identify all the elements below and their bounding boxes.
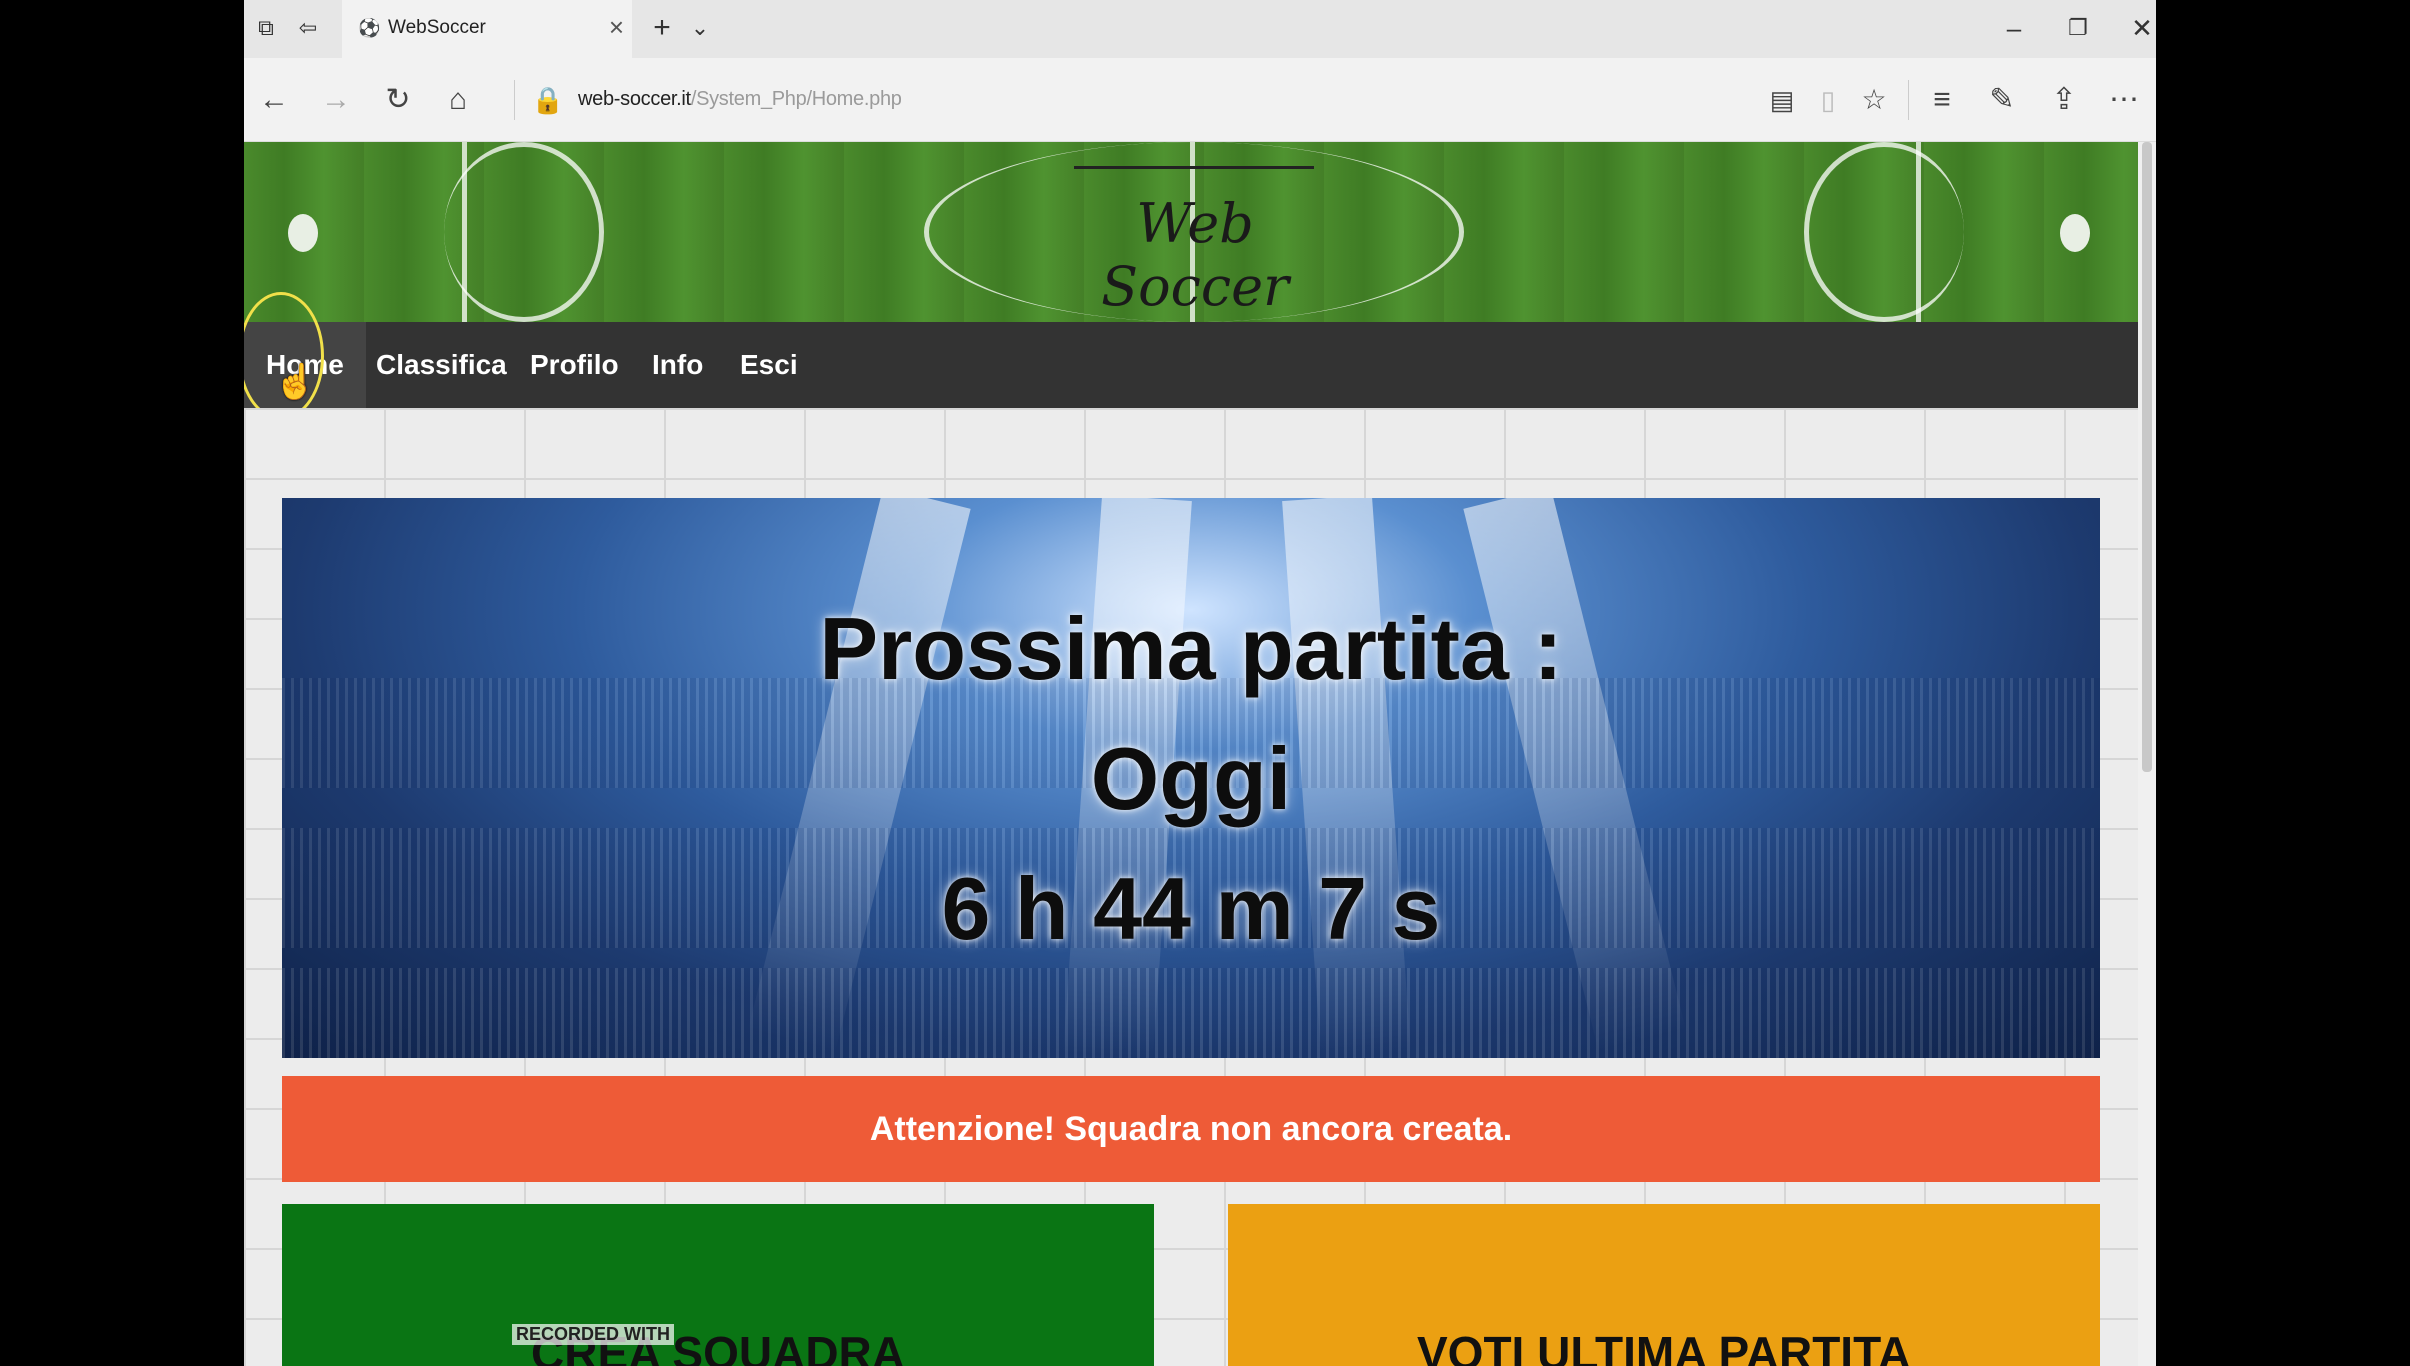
tab-websoccer[interactable]: ⚽ WebSoccer × — [342, 0, 632, 58]
back-icon[interactable]: ← — [256, 82, 292, 118]
tab-bar: ⧉ ⇦ ⚽ WebSoccer × + ⌄ – ❐ ✕ — [244, 0, 2156, 58]
lock-icon: 🔒 — [531, 85, 565, 115]
close-tab-icon[interactable]: × — [609, 13, 624, 41]
reading-view-icon[interactable]: ▤ — [1764, 82, 1800, 118]
menu-profilo[interactable]: Profilo — [508, 322, 641, 408]
field-arc — [444, 142, 604, 322]
url-field[interactable]: web-soccer.it/System_Php/Home.php — [578, 88, 902, 111]
field-arc — [1804, 142, 1964, 322]
restore-icon[interactable]: ❐ — [2058, 12, 2098, 44]
new-tab-icon[interactable]: + — [648, 13, 676, 43]
url-path: /System_Php/Home.php — [690, 88, 902, 110]
tab-actions-icon[interactable]: ⧉ — [252, 14, 280, 42]
scrollbar-thumb[interactable] — [2142, 142, 2152, 772]
team-not-created-alert: Attenzione! Squadra non ancora creata. — [282, 1076, 2100, 1182]
share-icon[interactable]: ⇪ — [2046, 82, 2082, 118]
last-match-votes-title: VOTI ULTIMA PARTITA — [1416, 1327, 1911, 1366]
home-icon[interactable]: ⌂ — [440, 82, 476, 118]
set-aside-tabs-icon[interactable]: ⇦ — [294, 14, 322, 42]
next-match-label: Prossima partita : — [819, 599, 1563, 698]
tab-title: WebSoccer — [388, 17, 486, 38]
menu-classifica[interactable]: Classifica — [354, 322, 529, 408]
menu-esci[interactable]: Esci — [718, 322, 820, 408]
url-domain: web-soccer.it — [578, 88, 691, 110]
favorite-star-icon[interactable]: ☆ — [1856, 82, 1892, 118]
pen-icon[interactable]: ✎ — [1984, 82, 2020, 118]
create-team-title: CREA SQUADRA — [531, 1327, 905, 1366]
countdown-timer: 6 h 44 m 7 s — [941, 859, 1441, 958]
browser-window: ⧉ ⇦ ⚽ WebSoccer × + ⌄ – ❐ ✕ ← → ↻ ⌂ 🔒 we… — [244, 0, 2156, 1366]
ball-icon — [288, 214, 318, 252]
logo-rule — [1074, 166, 1314, 169]
last-match-votes-card[interactable]: VOTI ULTIMA PARTITA — [1228, 1204, 2100, 1366]
site-header: Web Soccer — [244, 142, 2138, 322]
book-icon[interactable]: ▯ — [1810, 82, 1846, 118]
more-icon[interactable]: ⋯ — [2106, 82, 2142, 118]
web-page: Web Soccer Home Classifica Profilo Info … — [244, 142, 2156, 1366]
next-match-day: Oggi — [1090, 729, 1292, 828]
scrollbar[interactable] — [2138, 142, 2156, 1366]
divider — [514, 80, 515, 120]
field-line — [1916, 142, 1921, 322]
chevron-down-icon[interactable]: ⌄ — [686, 14, 714, 42]
ball-icon — [2060, 214, 2090, 252]
close-window-icon[interactable]: ✕ — [2122, 12, 2156, 44]
soccer-ball-icon: ⚽ — [358, 18, 381, 38]
address-bar: ← → ↻ ⌂ 🔒 web-soccer.it/System_Php/Home.… — [244, 58, 2156, 142]
next-match-banner: Prossima partita : Oggi 6 h 44 m 7 s — [282, 498, 2100, 1058]
refresh-icon[interactable]: ↻ — [380, 82, 416, 118]
site-logo[interactable]: Web Soccer — [1070, 192, 1320, 318]
hand-cursor-icon: ☝ — [274, 363, 317, 401]
create-team-card[interactable]: CREA SQUADRA — [282, 1204, 1154, 1366]
forward-icon[interactable]: → — [318, 82, 354, 118]
recorder-watermark: RECORDED WITH — [512, 1324, 674, 1345]
minimize-icon[interactable]: – — [1994, 12, 2034, 44]
main-menu: Home Classifica Profilo Info Esci — [244, 322, 2138, 408]
divider — [1908, 80, 1909, 120]
stadium-crowd — [282, 968, 2100, 1058]
menu-info[interactable]: Info — [630, 322, 725, 408]
hub-icon[interactable]: ≡ — [1924, 82, 1960, 118]
